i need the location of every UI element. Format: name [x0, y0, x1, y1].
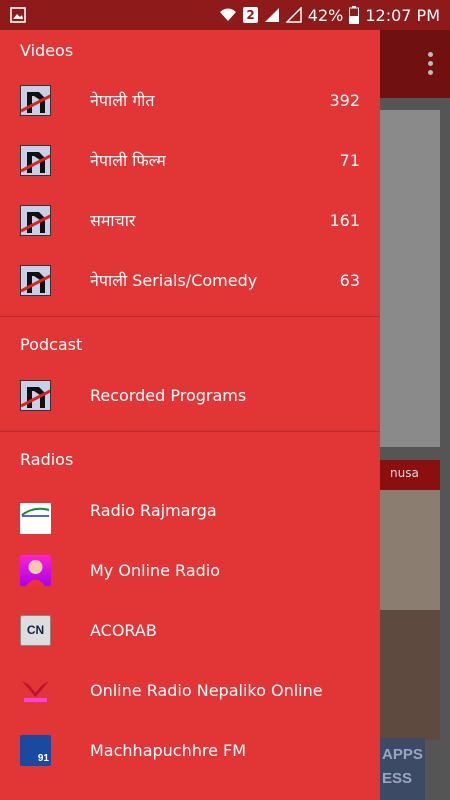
battery-icon — [349, 6, 360, 24]
machhapuchhre-icon: 91 — [20, 734, 51, 766]
divider — [0, 316, 380, 317]
drawer-item-count: 392 — [329, 90, 360, 110]
drawer-item-label: Online Radio Nepaliko Online — [90, 680, 323, 700]
card-caption: nusa — [390, 466, 419, 480]
drawer-item-count: 63 — [339, 270, 360, 290]
drawer-item-label: नेपाली गीत — [90, 91, 155, 110]
drawer-item-nepaliko-online[interactable]: Online Radio Nepaliko Online — [0, 660, 380, 720]
drawer-item-label: नेपाली फिल्म — [90, 151, 166, 170]
drawer-item-label: Radio Rajmarga — [90, 500, 217, 520]
section-header-videos: Videos — [20, 40, 74, 60]
navigation-drawer: Videos नेपाली गीत 392 नेपाली फिल्म 71 सम… — [0, 30, 380, 800]
drawer-item-count: 161 — [329, 210, 360, 230]
drawer-item-serials-comedy[interactable]: नेपाली Serials/Comedy 63 — [0, 250, 380, 310]
section-header-radios: Radios — [20, 449, 74, 469]
banner-text-1: APPS — [382, 746, 423, 763]
banner-text-2: ESS — [382, 770, 413, 787]
channel-logo-icon — [20, 204, 51, 236]
drawer-item-label: Machhapuchhre FM — [90, 740, 247, 760]
nepaliko-icon — [20, 675, 51, 706]
drawer-item-samachar[interactable]: समाचार 161 — [0, 190, 380, 250]
drawer-item-label: My Online Radio — [90, 560, 221, 580]
drawer-item-my-online-radio[interactable]: My Online Radio — [0, 540, 380, 600]
drawer-item-nepali-geet[interactable]: नेपाली गीत 392 — [0, 70, 380, 130]
wifi-icon — [220, 8, 237, 21]
battery-percent: 42% — [307, 5, 344, 25]
channel-logo-icon — [20, 84, 51, 116]
acorab-icon: CN — [20, 614, 51, 646]
clock: 12:07 PM — [365, 5, 440, 25]
background-banner: APPS ESS — [380, 738, 425, 800]
drawer-item-label: Recorded Programs — [90, 385, 247, 405]
section-header-podcast: Podcast — [20, 334, 83, 354]
drawer-item-label: समाचार — [90, 211, 136, 230]
channel-logo-icon — [20, 264, 51, 296]
divider — [0, 431, 380, 432]
overflow-menu-icon — [428, 52, 434, 76]
drawer-item-machhapuchhre-fm[interactable]: 91 Machhapuchhre FM — [0, 720, 380, 780]
status-bar: 2 42% 12:07 PM — [0, 0, 450, 30]
radio-rajmarga-icon — [20, 503, 51, 534]
background-card — [380, 110, 440, 447]
status-icons: 2 42% 12:07 PM — [219, 0, 440, 30]
my-online-radio-icon — [20, 554, 51, 586]
image-icon — [10, 7, 26, 23]
drawer-item-nepali-film[interactable]: नेपाली फिल्म 71 — [0, 130, 380, 190]
drawer-item-count: 71 — [339, 150, 360, 170]
channel-logo-icon — [20, 379, 51, 411]
drawer-item-label: ACORAB — [90, 620, 157, 640]
drawer-item-recorded-programs[interactable]: Recorded Programs — [0, 365, 380, 425]
drawer-item-label: नेपाली Serials/Comedy — [90, 271, 258, 290]
signal-icon-2 — [285, 7, 302, 23]
drawer-item-acorab[interactable]: CN ACORAB — [0, 600, 380, 660]
sim-badge: 2 — [243, 7, 258, 23]
background-image-card: nusa — [380, 460, 440, 740]
channel-logo-icon — [20, 144, 51, 176]
signal-icon — [264, 8, 279, 22]
drawer-item-radio-rajmarga[interactable]: Radio Rajmarga — [0, 480, 380, 540]
